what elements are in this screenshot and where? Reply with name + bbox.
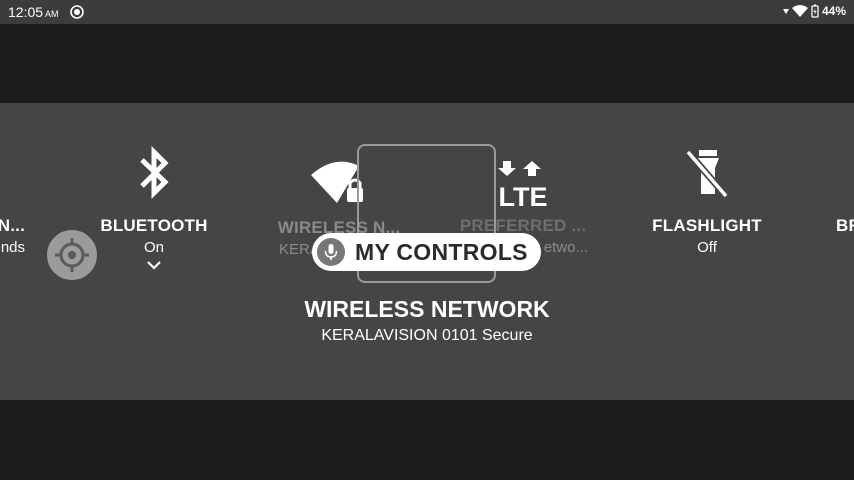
lte-icon: LTE [498,161,548,210]
svg-text:LTE: LTE [499,182,548,210]
chevron-down-icon[interactable] [147,261,161,270]
my-controls-button[interactable]: MY CONTROLS [312,233,541,271]
status-bar: 12:05 AM 44% [0,0,854,24]
signal-arrow-icon [782,9,789,14]
flashlight-off-icon [685,149,729,199]
tile-left-partial-label: N... [0,216,25,235]
my-controls-label: MY CONTROLS [355,239,528,265]
battery-percent: 44% [821,4,846,18]
tile-flashlight[interactable]: FLASHLIGHT Off [632,148,782,256]
tile-bluetooth-label: BLUETOOTH [100,216,208,235]
focused-item-subtitle: KERALAVISION 0101 Secure [321,327,533,344]
tile-right-partial-label: BR [836,216,854,235]
tile-flashlight-status: Off [697,239,717,256]
tile-flashlight-label: FLASHLIGHT [652,216,762,235]
bluetooth-icon [140,146,169,200]
status-right-group: 44% [782,4,846,18]
tile-left-partial-status: nds [0,239,25,256]
tile-bluetooth[interactable]: BLUETOOTH On [79,146,229,270]
camera-indicator-icon [70,5,84,19]
status-time-ampm: AM [45,9,59,19]
status-time: 12:05 AM [8,4,59,20]
crosshair-icon [55,238,89,272]
mic-icon [317,238,345,266]
tile-left-partial[interactable]: N... nds [0,216,25,256]
status-time-value: 12:05 [8,4,44,20]
battery-icon [811,4,819,18]
wifi-icon [791,5,808,17]
target-button[interactable] [47,230,97,280]
tile-bluetooth-status: On [143,239,164,256]
tile-right-partial[interactable]: BR [836,216,854,236]
focused-item-title: WIRELESS NETWORK [304,296,550,322]
